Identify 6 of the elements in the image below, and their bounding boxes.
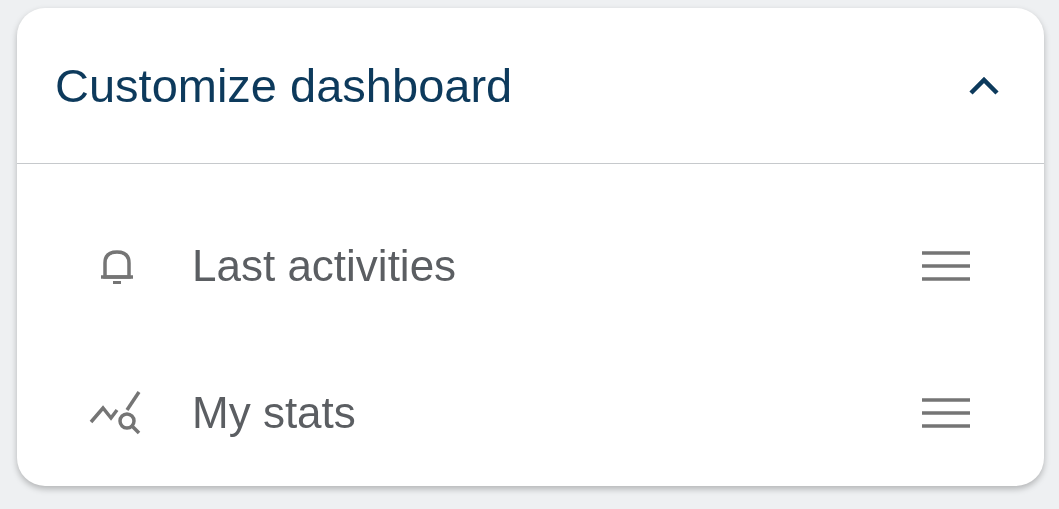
drag-handle-icon[interactable]	[921, 248, 971, 283]
item-label: My stats	[192, 387, 357, 438]
item-label: Last activities	[192, 240, 458, 291]
panel-header[interactable]: Customize dashboard	[17, 8, 1044, 164]
panel-title: Customize dashboard	[55, 58, 513, 113]
drag-handle-icon[interactable]	[921, 395, 971, 430]
